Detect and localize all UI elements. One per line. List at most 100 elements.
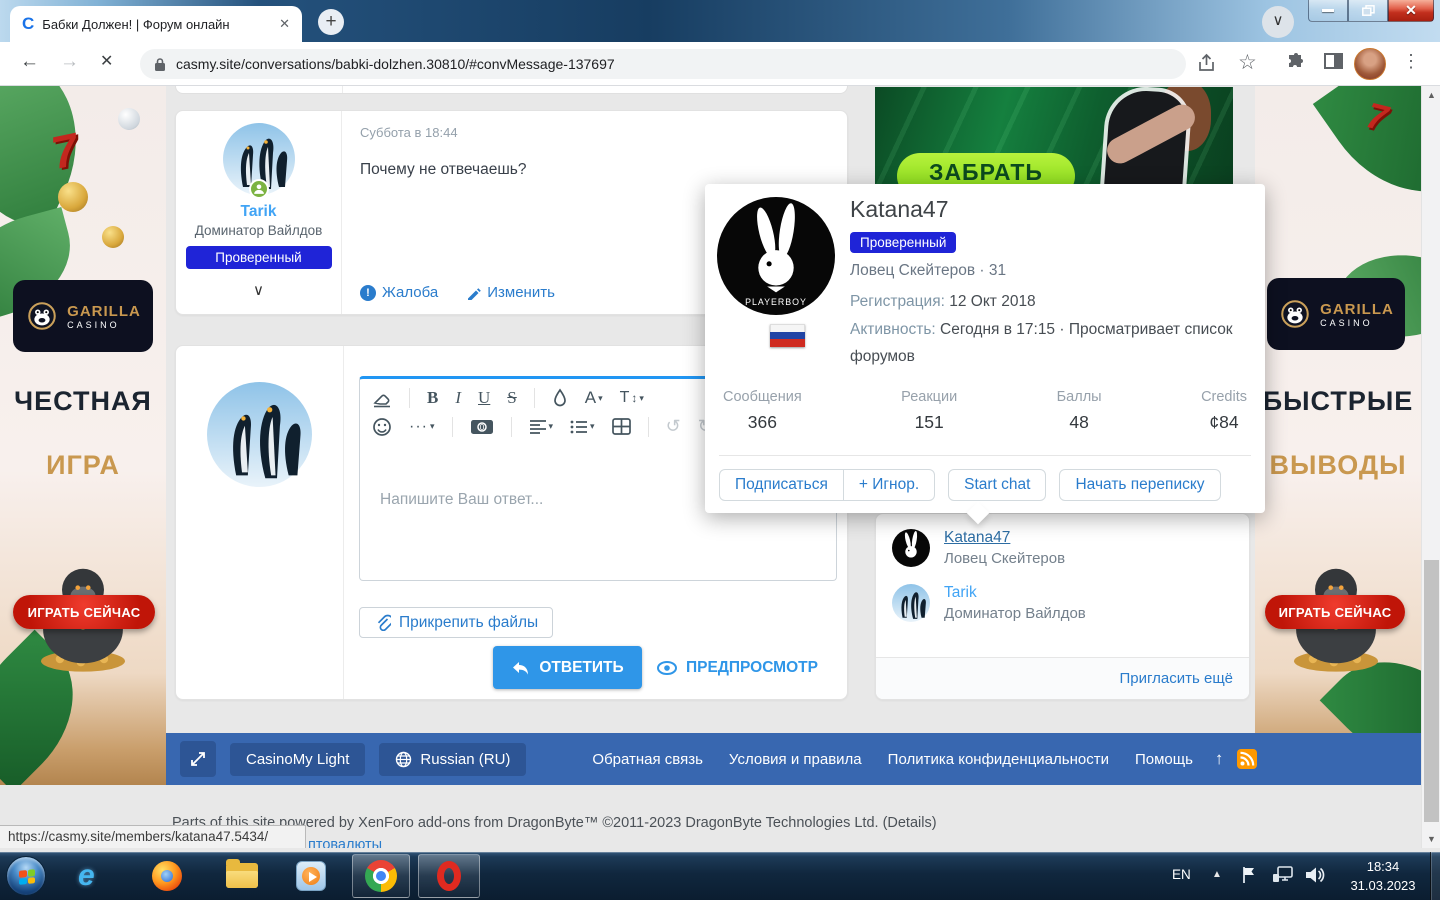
- stat-credits: Credits ¢84: [1201, 389, 1247, 433]
- member-activity: Активность: Сегодня в 17:15 · Просматрив…: [850, 317, 1251, 370]
- taskbar-opera-button[interactable]: [418, 854, 480, 898]
- font-size-button[interactable]: T ↕ ▾: [620, 389, 644, 407]
- minimize-button[interactable]: [1308, 0, 1348, 22]
- partially-hidden-footer-link[interactable]: птовалюты: [308, 837, 382, 848]
- italic-button[interactable]: I: [455, 388, 461, 408]
- rabbit-avatar-image[interactable]: [892, 529, 930, 567]
- member-actions: Подписаться + Игнор. Start chat Начать п…: [719, 469, 1221, 501]
- editor-placeholder[interactable]: Напишите Ваш ответ...: [380, 491, 543, 509]
- author-name-link[interactable]: Tarik: [176, 203, 341, 221]
- extensions-puzzle-icon[interactable]: [1286, 53, 1306, 78]
- style-chooser-button[interactable]: CasinoMy Light: [230, 743, 365, 776]
- ad-banner-right[interactable]: 7 GARILLA CASINO БЫСТРЫЕ ВЫВОДЫ: [1255, 86, 1421, 785]
- show-desktop-button[interactable]: [1430, 852, 1440, 900]
- text-color-droplet-icon[interactable]: [552, 388, 568, 408]
- underline-button[interactable]: U: [478, 388, 490, 408]
- avatar-brand-text: PLAYERBOY: [745, 297, 807, 307]
- penguin-avatar-image[interactable]: [207, 382, 312, 487]
- footer-link-contact[interactable]: Обратная связь: [592, 751, 703, 768]
- preview-button[interactable]: ПРЕДПРОСМОТР: [656, 646, 818, 689]
- list-button[interactable]: ▾: [570, 419, 595, 435]
- author-expand-chevron-icon[interactable]: ∨: [176, 281, 341, 299]
- start-button[interactable]: [6, 856, 46, 896]
- strikethrough-button[interactable]: S: [507, 388, 516, 408]
- invite-more-link[interactable]: Пригласить ещё: [1120, 670, 1234, 687]
- taskbar-explorer-icon[interactable]: [226, 863, 258, 888]
- footer-link-help[interactable]: Помощь: [1135, 751, 1193, 768]
- footer-link-terms[interactable]: Условия и правила: [729, 751, 862, 768]
- play-now-button[interactable]: ИГРАТЬ СЕЙЧАС: [13, 595, 155, 629]
- page-scrollbar[interactable]: ▲ ▼: [1421, 86, 1440, 848]
- volume-icon[interactable]: [1304, 865, 1326, 890]
- start-conversation-button[interactable]: Начать переписку: [1059, 469, 1220, 501]
- more-options-button[interactable]: ··· ▾: [409, 418, 435, 436]
- browser-profile-avatar[interactable]: [1354, 48, 1386, 80]
- taskbar-ie-icon[interactable]: e: [78, 859, 95, 893]
- reply-submit-button[interactable]: ОТВЕТИТЬ: [493, 646, 642, 689]
- url-text[interactable]: casmy.site/conversations/babki-dolzhen.3…: [176, 56, 615, 72]
- gorilla-logo-icon: [25, 299, 59, 333]
- follow-button[interactable]: Подписаться: [719, 469, 844, 501]
- bookmark-star-icon[interactable]: ☆: [1238, 50, 1257, 75]
- attach-files-button[interactable]: Прикрепить файлы: [359, 607, 553, 638]
- stop-icon[interactable]: ✕: [100, 51, 113, 71]
- start-chat-button[interactable]: Start chat: [948, 469, 1046, 501]
- table-icon[interactable]: [612, 418, 631, 435]
- alignment-button[interactable]: ▾: [529, 419, 554, 435]
- undo-icon[interactable]: ↺: [666, 416, 681, 437]
- restore-button[interactable]: [1348, 0, 1388, 22]
- participant-row: Tarik Доминатор Вайлдов: [892, 584, 1233, 622]
- toggle-width-button[interactable]: [180, 741, 216, 777]
- restore-icon: [1362, 5, 1375, 16]
- scrollbar-thumb[interactable]: [1424, 560, 1439, 822]
- remove-format-eraser-icon[interactable]: [372, 388, 392, 408]
- back-icon[interactable]: ←: [20, 51, 39, 73]
- side-panel-icon[interactable]: [1324, 53, 1344, 75]
- browser-tab[interactable]: C Бабки Должен! | Форум онлайн ✕: [10, 6, 302, 42]
- smilies-icon[interactable]: [372, 417, 392, 437]
- back-to-top-icon[interactable]: ↑: [1215, 749, 1224, 769]
- tray-hidden-icons-button[interactable]: ▲: [1212, 869, 1222, 880]
- rss-icon[interactable]: [1237, 749, 1257, 769]
- member-name[interactable]: Katana47: [850, 196, 1251, 223]
- browser-menu-kebab-icon[interactable]: ⋮: [1402, 51, 1420, 72]
- ignore-button[interactable]: + Игнор.: [843, 469, 935, 501]
- report-link[interactable]: ! Жалоба: [360, 284, 438, 301]
- coin: [58, 182, 88, 212]
- taskbar-chrome-button-active[interactable]: [352, 854, 410, 898]
- tab-search-button[interactable]: ∨: [1262, 6, 1294, 38]
- money-bbcode-icon[interactable]: 0: [470, 418, 494, 436]
- network-icon[interactable]: [1272, 866, 1294, 889]
- author-avatar[interactable]: [223, 123, 295, 195]
- footer-link-privacy[interactable]: Политика конфиденциальности: [888, 751, 1109, 768]
- taskbar-firefox-icon[interactable]: [152, 861, 182, 891]
- taskbar-media-player-icon[interactable]: [296, 861, 326, 891]
- close-button[interactable]: ✕: [1388, 0, 1434, 22]
- participant-name-link[interactable]: Katana47: [944, 529, 1065, 547]
- scroll-up-icon[interactable]: ▲: [1422, 90, 1440, 100]
- ad-banner-top[interactable]: ЗАБРАТЬ: [875, 87, 1233, 190]
- share-icon[interactable]: [1196, 53, 1217, 78]
- play-now-button[interactable]: ИГРАТЬ СЕЙЧАС: [1265, 595, 1405, 629]
- font-family-button[interactable]: A ▾: [585, 388, 603, 408]
- language-indicator[interactable]: EN: [1172, 867, 1191, 882]
- message-timestamp[interactable]: Суббота в 18:44: [360, 125, 829, 140]
- participant-name-link[interactable]: Tarik: [944, 584, 1086, 602]
- chrome-icon: [365, 860, 397, 892]
- url-bar[interactable]: casmy.site/conversations/babki-dolzhen.3…: [140, 49, 1186, 79]
- ad-banner-left[interactable]: 7 GARILLA CASINO ЧЕСТНАЯ ИГРА: [0, 86, 166, 785]
- penguin-avatar-image[interactable]: [892, 584, 930, 622]
- member-title: Ловец Скейтеров · 31: [850, 262, 1251, 280]
- language-chooser-button[interactable]: Russian (RU): [379, 743, 526, 776]
- forward-icon[interactable]: →: [60, 51, 79, 73]
- taskbar-clock[interactable]: 18:34 31.03.2023: [1336, 858, 1430, 896]
- edit-link[interactable]: Изменить: [466, 284, 555, 301]
- tab-close-icon[interactable]: ✕: [279, 16, 290, 32]
- bold-button[interactable]: B: [427, 388, 438, 408]
- new-tab-button[interactable]: +: [318, 9, 344, 35]
- member-avatar[interactable]: PLAYERBOY: [717, 197, 835, 320]
- action-center-flag-icon[interactable]: [1240, 865, 1258, 890]
- stat-reactions: Реакции 151: [901, 389, 957, 433]
- scroll-down-icon[interactable]: ▼: [1422, 834, 1440, 844]
- reply-arrow-icon: [511, 659, 530, 676]
